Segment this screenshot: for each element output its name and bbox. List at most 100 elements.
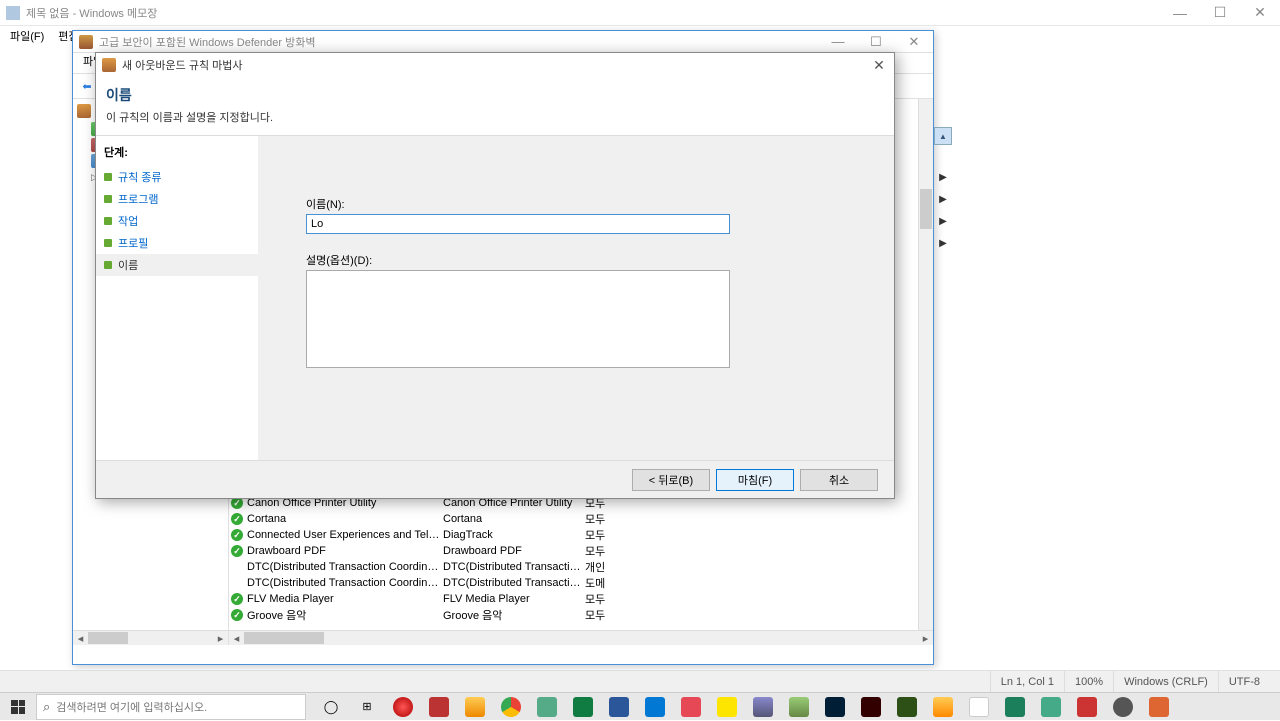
rule-row[interactable]: ✓FLV Media PlayerFLV Media Player모두 bbox=[231, 591, 933, 607]
wizard-step[interactable]: 작업 bbox=[96, 210, 258, 232]
rule-status-icon bbox=[231, 577, 243, 589]
word-icon[interactable] bbox=[602, 694, 636, 720]
excel-icon[interactable] bbox=[566, 694, 600, 720]
app-icon[interactable] bbox=[530, 694, 564, 720]
desc-input[interactable] bbox=[306, 270, 730, 368]
actions-collapse-button[interactable]: ▲ bbox=[934, 127, 952, 145]
app-icon[interactable] bbox=[1034, 694, 1068, 720]
close-button[interactable]: ✕ bbox=[1240, 0, 1280, 26]
app-icon[interactable] bbox=[422, 694, 456, 720]
photoshop-icon[interactable] bbox=[818, 694, 852, 720]
rule-group: Cortana bbox=[443, 513, 585, 525]
scroll-left-icon[interactable]: ◂ bbox=[73, 631, 88, 645]
app-icon[interactable] bbox=[674, 694, 708, 720]
app-icon[interactable] bbox=[782, 694, 816, 720]
action-arrow-icon[interactable]: ▶ bbox=[934, 211, 952, 231]
scroll-thumb[interactable] bbox=[920, 189, 932, 229]
rule-row[interactable]: ✓Drawboard PDFDrawboard PDF모두 bbox=[231, 543, 933, 559]
settings-icon[interactable] bbox=[1106, 694, 1140, 720]
scroll-thumb[interactable] bbox=[88, 632, 128, 644]
rules-vscroll[interactable] bbox=[918, 99, 933, 630]
wizard-header-title: 이름 bbox=[106, 85, 884, 105]
rule-group: Drawboard PDF bbox=[443, 545, 585, 557]
menu-file[interactable]: 파일(F) bbox=[4, 26, 50, 46]
rule-status-icon bbox=[231, 561, 243, 573]
kakao-icon[interactable] bbox=[710, 694, 744, 720]
rules-hscroll[interactable]: ◂ ▸ bbox=[229, 630, 933, 645]
steps-title: 단계: bbox=[96, 142, 258, 166]
fw-close-button[interactable]: ✕ bbox=[895, 31, 933, 53]
explorer-icon[interactable] bbox=[458, 694, 492, 720]
rule-profile: 모두 bbox=[585, 607, 615, 623]
taskbar-icons: ◯ ⊞ bbox=[314, 694, 1280, 720]
finish-button[interactable]: 마침(F) bbox=[716, 469, 794, 491]
wizard-titlebar: 새 아웃바운드 규칙 마법사 ✕ bbox=[96, 53, 894, 77]
cortana-icon[interactable]: ◯ bbox=[314, 694, 348, 720]
rule-profile: 개인 bbox=[585, 559, 615, 575]
rule-profile: 모두 bbox=[585, 591, 615, 607]
app-icon[interactable] bbox=[926, 694, 960, 720]
rule-status-icon: ✓ bbox=[231, 609, 243, 621]
firewall-title: 고급 보안이 포함된 Windows Defender 방화벽 bbox=[99, 34, 819, 50]
notepad-title: 제목 없음 - Windows 메모장 bbox=[26, 5, 1160, 21]
wizard-close-button[interactable]: ✕ bbox=[864, 53, 894, 77]
rule-group: DTC(Distributed Transaction … bbox=[443, 561, 585, 573]
rule-row[interactable]: DTC(Distributed Transaction Coordinator)… bbox=[231, 575, 933, 591]
status-enc: UTF-8 bbox=[1218, 671, 1280, 692]
rule-group: DiagTrack bbox=[443, 529, 585, 541]
step-label: 이름 bbox=[118, 257, 138, 273]
wizard-step[interactable]: 프로그램 bbox=[96, 188, 258, 210]
start-button[interactable] bbox=[0, 693, 36, 721]
wizard-step[interactable]: 이름 bbox=[96, 254, 258, 276]
wizard-step[interactable]: 프로필 bbox=[96, 232, 258, 254]
app-icon[interactable] bbox=[1070, 694, 1104, 720]
wizard-dialog: 새 아웃바운드 규칙 마법사 ✕ 이름 이 규칙의 이름과 설명을 지정합니다.… bbox=[95, 52, 895, 499]
search-placeholder: 검색하려면 여기에 입력하십시오. bbox=[56, 699, 207, 715]
rule-name: Groove 음악 bbox=[247, 607, 443, 623]
scroll-left-icon[interactable]: ◂ bbox=[229, 631, 244, 645]
wizard-steps: 단계: 규칙 종류프로그램작업프로필이름 bbox=[96, 136, 258, 460]
tree-hscroll[interactable]: ◂ ▸ bbox=[73, 630, 228, 645]
rule-row[interactable]: ✓Groove 음악Groove 음악모두 bbox=[231, 607, 933, 623]
action-arrow-icon[interactable]: ▶ bbox=[934, 189, 952, 209]
rule-row[interactable]: ✓Connected User Experiences and Telemetr… bbox=[231, 527, 933, 543]
wizard-step[interactable]: 규칙 종류 bbox=[96, 166, 258, 188]
action-arrow-icon[interactable]: ▶ bbox=[934, 233, 952, 253]
rule-row[interactable]: ✓CortanaCortana모두 bbox=[231, 511, 933, 527]
step-label: 규칙 종류 bbox=[118, 169, 162, 185]
wizard-title: 새 아웃바운드 규칙 마법사 bbox=[122, 57, 864, 73]
app-icon[interactable] bbox=[890, 694, 924, 720]
rule-profile: 도메 bbox=[585, 575, 615, 591]
action-arrow-icon[interactable]: ▶ bbox=[934, 167, 952, 187]
rule-row[interactable]: DTC(Distributed Transaction Coordinator)… bbox=[231, 559, 933, 575]
app-icon[interactable] bbox=[386, 694, 420, 720]
back-button[interactable]: < 뒤로(B) bbox=[632, 469, 710, 491]
cancel-button[interactable]: 취소 bbox=[800, 469, 878, 491]
app-icon[interactable] bbox=[746, 694, 780, 720]
taskbar-search[interactable]: ⌕ 검색하려면 여기에 입력하십시오. bbox=[36, 694, 306, 720]
nav-back-button[interactable]: ⬅ bbox=[77, 76, 97, 96]
app-icon[interactable] bbox=[1142, 694, 1176, 720]
desc-label: 설명(옵션)(D): bbox=[306, 252, 854, 268]
scroll-right-icon[interactable]: ▸ bbox=[918, 631, 933, 645]
fw-minimize-button[interactable]: — bbox=[819, 31, 857, 53]
rule-status-icon: ✓ bbox=[231, 593, 243, 605]
taskview-icon[interactable]: ⊞ bbox=[350, 694, 384, 720]
app-icon[interactable] bbox=[962, 694, 996, 720]
actions-pane: ▲ ▶ ▶ ▶ ▶ bbox=[934, 127, 954, 253]
fw-maximize-button[interactable]: ☐ bbox=[857, 31, 895, 53]
illustrator-icon[interactable] bbox=[854, 694, 888, 720]
scroll-thumb[interactable] bbox=[244, 632, 324, 644]
status-zoom: 100% bbox=[1064, 671, 1113, 692]
app-icon[interactable] bbox=[998, 694, 1032, 720]
bullet-icon bbox=[104, 239, 112, 247]
minimize-button[interactable]: — bbox=[1160, 0, 1200, 26]
name-input[interactable] bbox=[306, 214, 730, 234]
scroll-right-icon[interactable]: ▸ bbox=[213, 631, 228, 645]
maximize-button[interactable]: ☐ bbox=[1200, 0, 1240, 26]
wizard-content: 이름(N): 설명(옵션)(D): bbox=[258, 136, 894, 460]
outlook-icon[interactable] bbox=[638, 694, 672, 720]
rule-group: DTC(Distributed Transaction … bbox=[443, 577, 585, 589]
rule-name: DTC(Distributed Transaction Coordinator)… bbox=[247, 577, 443, 589]
chrome-icon[interactable] bbox=[494, 694, 528, 720]
